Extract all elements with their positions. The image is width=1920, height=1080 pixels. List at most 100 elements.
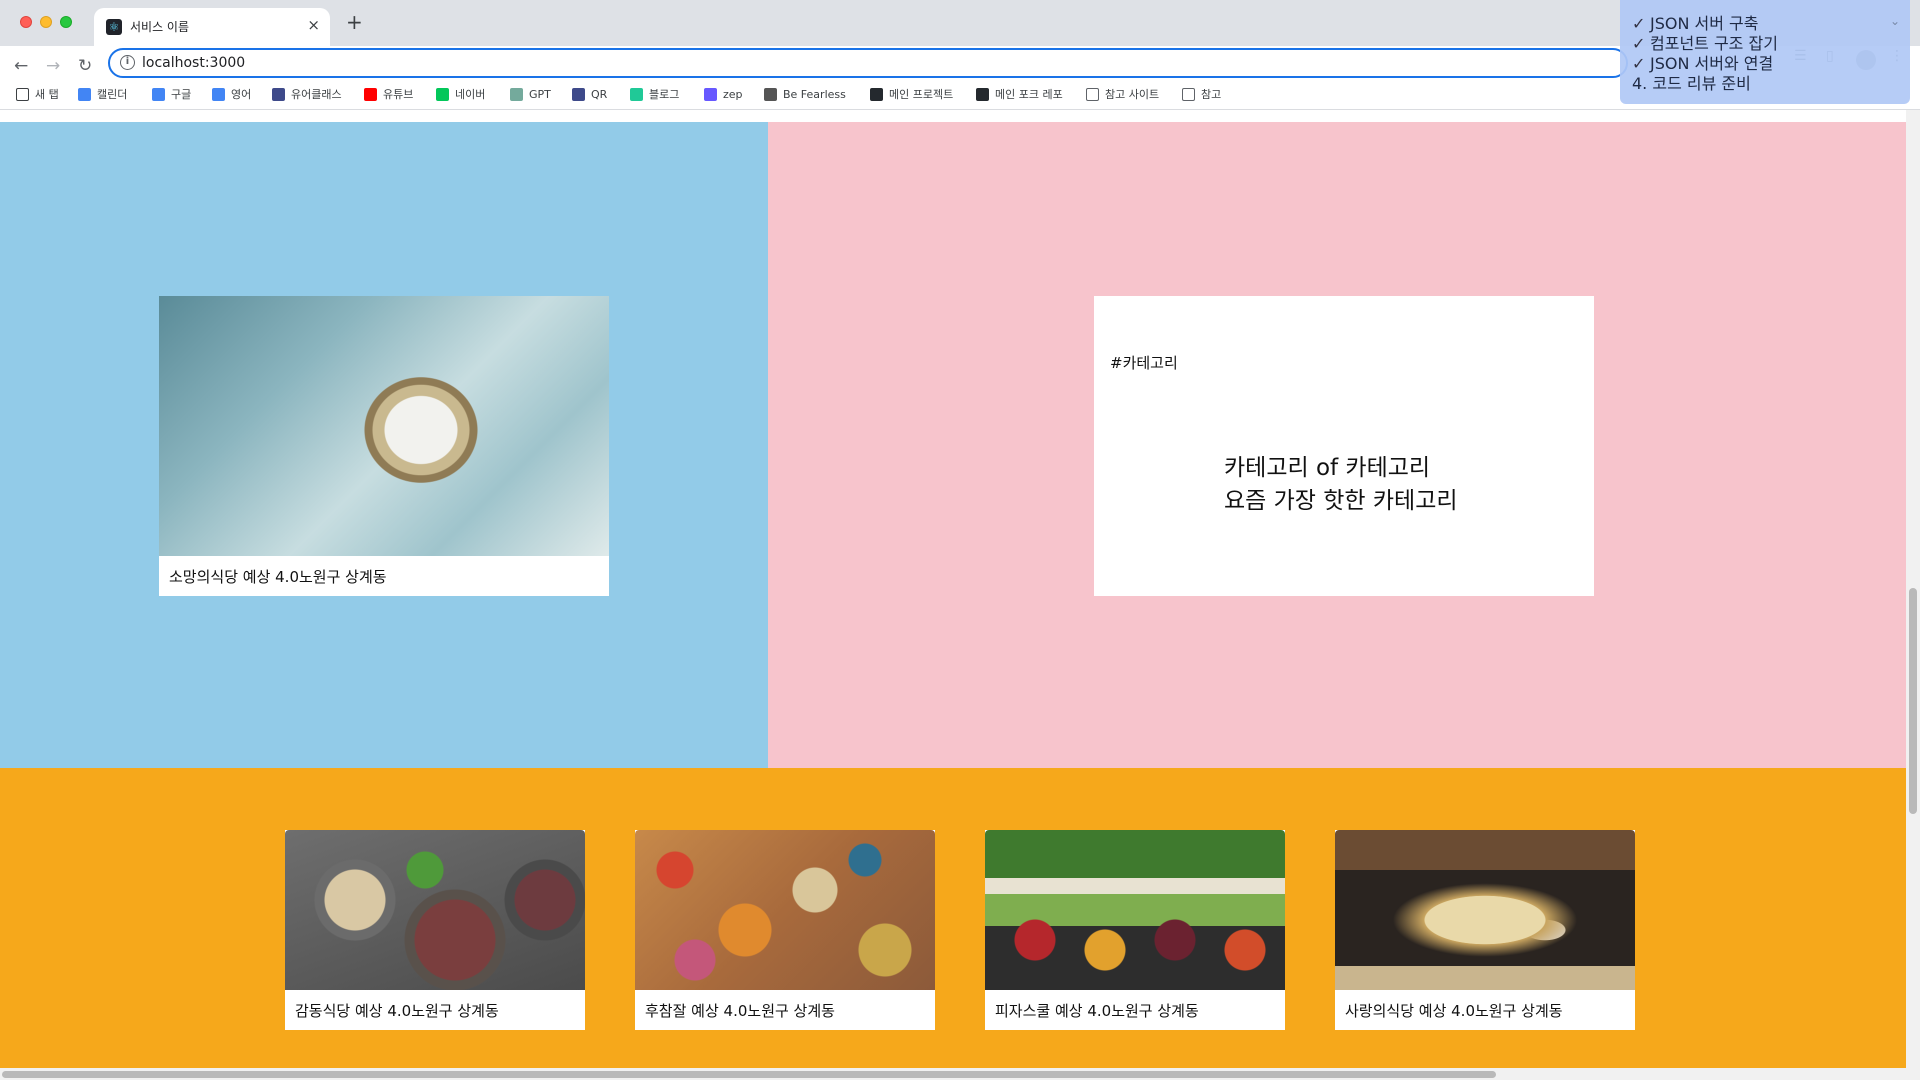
- react-icon: ⚛: [106, 19, 122, 35]
- checklist-item: 4. 코드 리뷰 준비: [1632, 74, 1910, 94]
- page-content: 소망의식당 예상 4.0노원구 상계동 #카테고리 카테고리 of 카테고리 요…: [0, 122, 1906, 1068]
- category-title-line1: 카테고리 of 카테고리: [1224, 455, 1431, 481]
- bookmark-item[interactable]: 유어클래스: [272, 84, 342, 104]
- close-tab-icon[interactable]: ×: [307, 16, 320, 34]
- bookmark-item[interactable]: 블로그: [630, 84, 679, 104]
- github-icon: [976, 87, 989, 101]
- new-tab-button[interactable]: +: [346, 12, 363, 32]
- restaurant-card[interactable]: 후참잘 예상 4.0노원구 상계동: [635, 830, 935, 1030]
- bookmark-item[interactable]: 유튜브: [364, 84, 413, 104]
- restaurant-card[interactable]: 감동식당 예상 4.0노원구 상계동: [285, 830, 585, 1030]
- page-icon: [16, 87, 29, 101]
- address-bar[interactable]: i localhost:3000: [108, 48, 1628, 78]
- food-image: [285, 830, 585, 990]
- horizontal-scrollbar-thumb[interactable]: [2, 1071, 1496, 1078]
- bookmark-label: 영어: [231, 88, 252, 101]
- site-info-icon[interactable]: i: [120, 55, 135, 70]
- restaurant-card[interactable]: 피자스쿨 예상 4.0노원구 상계동: [985, 830, 1285, 1030]
- bookmark-label: Be Fearless: [783, 87, 846, 101]
- codestates-icon: [272, 87, 285, 101]
- bookmark-item[interactable]: 캘린더: [78, 84, 127, 104]
- bookmark-item[interactable]: GPT: [510, 84, 551, 104]
- bookmark-label: 유어클래스: [291, 88, 342, 101]
- bookmark-item[interactable]: 새 탭: [16, 84, 59, 104]
- tab-title: 서비스 이름: [130, 20, 190, 34]
- github-icon: [870, 87, 883, 101]
- restaurant-card[interactable]: 사랑의식당 예상 4.0노원구 상계동: [1335, 830, 1635, 1030]
- category-card[interactable]: #카테고리 카테고리 of 카테고리 요즘 가장 핫한 카테고리: [1094, 296, 1594, 596]
- bookmark-label: zep: [723, 87, 743, 101]
- food-image: [635, 830, 935, 990]
- maximize-window-button[interactable]: [60, 16, 72, 28]
- vertical-scrollbar[interactable]: [1906, 110, 1920, 1080]
- bookmark-item[interactable]: 메인 프로젝트: [870, 84, 953, 104]
- horizontal-scrollbar[interactable]: [0, 1068, 1906, 1080]
- restaurant-card-featured[interactable]: 소망의식당 예상 4.0노원구 상계동: [159, 296, 609, 596]
- card-caption: 사랑의식당 예상 4.0노원구 상계동: [1345, 1002, 1563, 1020]
- eye-icon: [764, 87, 777, 101]
- bookmark-label: 메인 포크 레포: [995, 88, 1063, 101]
- card-caption: 감동식당 예상 4.0노원구 상계동: [295, 1002, 499, 1020]
- food-image: [1335, 830, 1635, 990]
- food-image: [985, 830, 1285, 990]
- category-title: 카테고리 of 카테고리 요즘 가장 핫한 카테고리: [1224, 452, 1458, 518]
- velog-icon: [630, 87, 643, 101]
- card-caption: 후참잘 예상 4.0노원구 상계동: [645, 1002, 835, 1020]
- checklist-item: ✓ JSON 서버 구축: [1632, 14, 1910, 34]
- bookmark-item[interactable]: zep: [704, 84, 743, 104]
- checkmark-icon: ✓: [1632, 14, 1646, 33]
- back-button[interactable]: ←: [14, 56, 28, 76]
- calendar-icon: [78, 87, 91, 101]
- bookmark-label: QR: [591, 87, 608, 101]
- close-window-button[interactable]: [20, 16, 32, 28]
- bookmark-label: 메인 프로젝트: [889, 88, 954, 101]
- bookmark-label: 캘린더: [97, 88, 128, 101]
- reload-button[interactable]: ↻: [78, 56, 92, 76]
- card-caption: 소망의식당 예상 4.0노원구 상계동: [169, 568, 387, 586]
- checklist-text: JSON 서버 구축: [1650, 14, 1759, 33]
- bookmark-item[interactable]: 참고: [1182, 84, 1221, 104]
- checklist-text: JSON 서버와 연결: [1650, 54, 1774, 73]
- bookmark-item[interactable]: Be Fearless: [764, 84, 846, 104]
- bookmark-label: 새 탭: [35, 88, 59, 101]
- bookmark-item[interactable]: 메인 포크 레포: [976, 84, 1063, 104]
- category-title-line2: 요즘 가장 핫한 카테고리: [1224, 488, 1458, 514]
- checklist-text: 컴포넌트 구조 잡기: [1650, 34, 1778, 53]
- browser-tab[interactable]: ⚛ 서비스 이름 ×: [94, 8, 330, 46]
- bookmark-item[interactable]: 영어: [212, 84, 251, 104]
- codestates-icon: [572, 87, 585, 101]
- bookmark-item[interactable]: QR: [572, 84, 607, 104]
- bookmark-label: 참고 사이트: [1105, 88, 1160, 101]
- youtube-icon: [364, 87, 377, 101]
- category-tag: #카테고리: [1110, 354, 1178, 372]
- naver-icon: [436, 87, 449, 101]
- category-section: #카테고리 카테고리 of 카테고리 요즘 가장 핫한 카테고리: [768, 122, 1906, 768]
- bookmark-label: 참고: [1201, 88, 1222, 101]
- checklist-overlay: ⌄ ✓ JSON 서버 구축 ✓ 컴포넌트 구조 잡기 ✓ JSON 서버와 연결 4. 코…: [1620, 0, 1910, 104]
- bookmark-item[interactable]: 네이버: [436, 84, 485, 104]
- vertical-scrollbar-thumb[interactable]: [1909, 588, 1917, 814]
- bookmark-label: 유튜브: [383, 88, 414, 101]
- checklist-text: 4. 코드 리뷰 준비: [1632, 74, 1751, 93]
- folder-icon: [1182, 87, 1195, 101]
- checkmark-icon: ✓: [1632, 54, 1646, 73]
- bookmark-item[interactable]: 참고 사이트: [1086, 84, 1159, 104]
- google-icon: [152, 87, 165, 101]
- folder-icon: [1086, 87, 1099, 101]
- bookmark-label: 블로그: [649, 88, 680, 101]
- restaurant-list-section: 감동식당 예상 4.0노원구 상계동 후참잘 예상 4.0노원구 상계동 피자스…: [0, 768, 1906, 1068]
- bookmark-item[interactable]: 구글: [152, 84, 191, 104]
- openai-icon: [510, 87, 523, 101]
- food-image: [159, 296, 609, 556]
- feature-section: 소망의식당 예상 4.0노원구 상계동: [0, 122, 768, 768]
- checklist-item: ✓ JSON 서버와 연결: [1632, 54, 1910, 74]
- zep-icon: [704, 87, 717, 101]
- google-icon: [212, 87, 225, 101]
- card-caption: 피자스쿨 예상 4.0노원구 상계동: [995, 1002, 1199, 1020]
- url-text[interactable]: localhost:3000: [142, 55, 245, 71]
- minimize-window-button[interactable]: [40, 16, 52, 28]
- forward-button[interactable]: →: [46, 56, 60, 76]
- bookmark-label: 구글: [171, 88, 192, 101]
- bookmark-label: 네이버: [455, 88, 486, 101]
- chevron-down-icon[interactable]: ⌄: [1890, 14, 1900, 28]
